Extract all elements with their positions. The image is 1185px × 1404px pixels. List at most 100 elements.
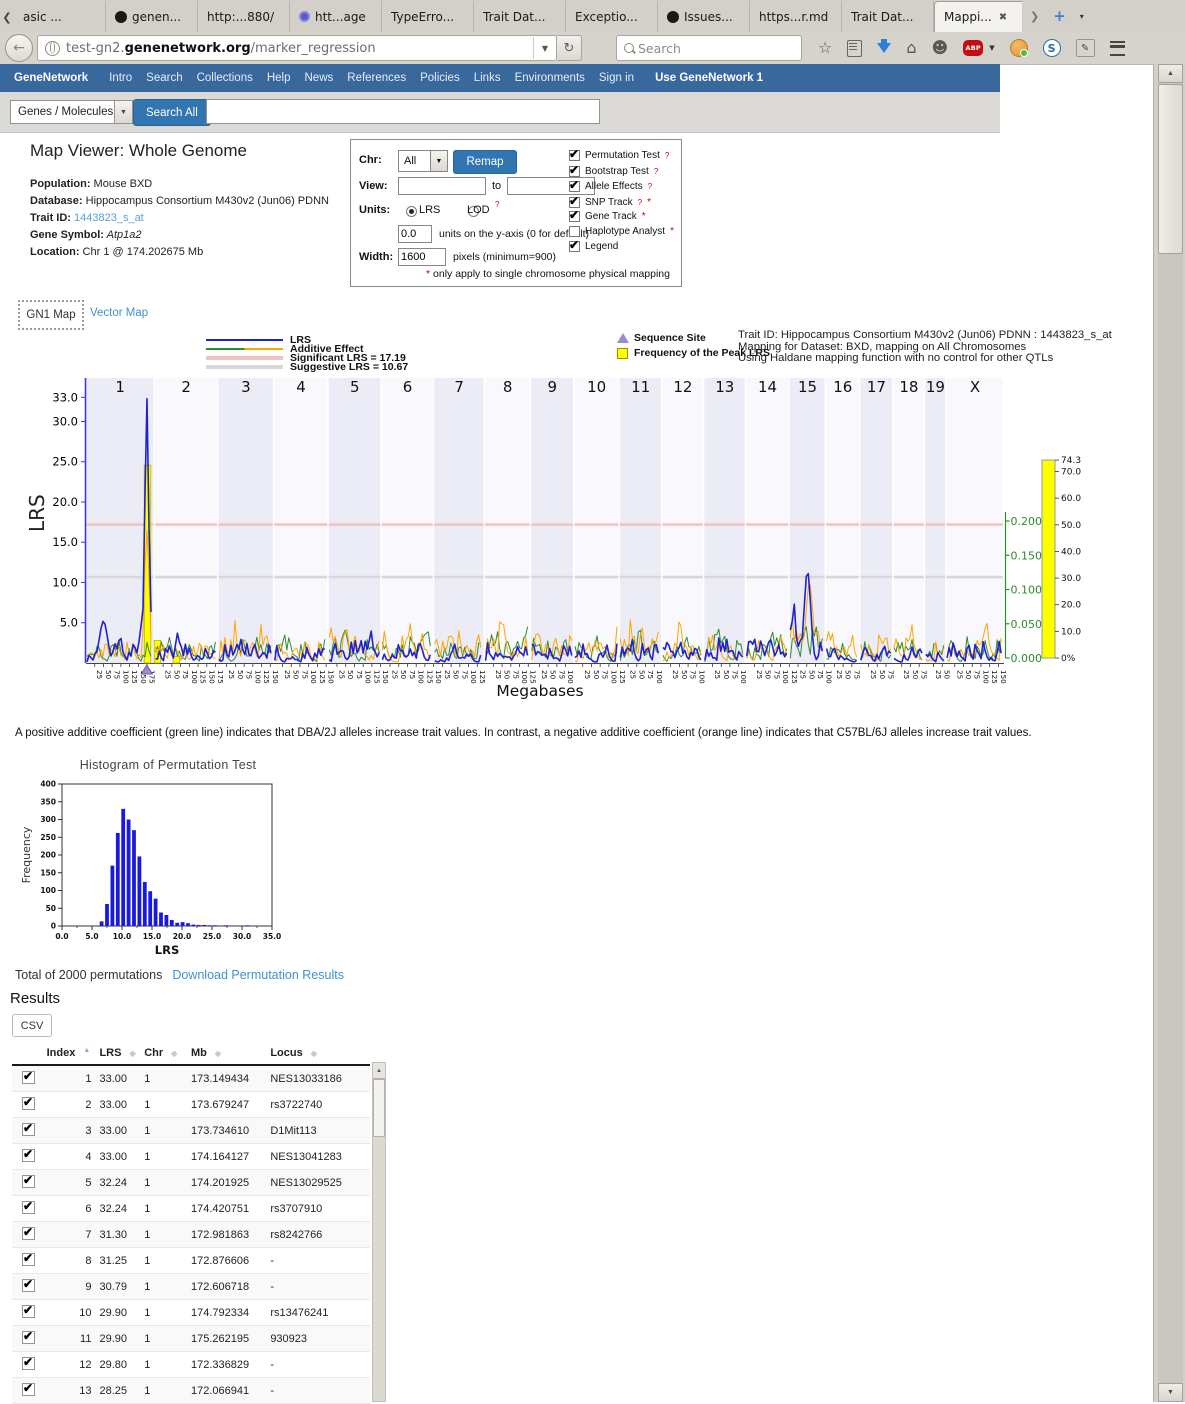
tab-scroll-right-icon[interactable]: ❯ bbox=[1030, 10, 1039, 23]
category-select-arrow-icon[interactable]: ▼ bbox=[114, 100, 133, 124]
row-checkbox-checked[interactable] bbox=[22, 1305, 35, 1318]
chr-select-arrow-icon[interactable]: ▼ bbox=[430, 150, 448, 172]
row-checkbox-checked[interactable] bbox=[22, 1357, 35, 1370]
gn-nav-environments[interactable]: Environments bbox=[508, 72, 592, 84]
gn-nav-references[interactable]: References bbox=[340, 72, 413, 84]
table-scrollbar-thumb[interactable] bbox=[373, 1079, 385, 1137]
gn-nav-sign-in[interactable]: Sign in bbox=[592, 72, 641, 84]
checkbox-checked-icon[interactable] bbox=[569, 241, 580, 252]
browser-tab[interactable]: Exceptio... bbox=[566, 1, 658, 32]
mapping-info-text: Trait ID: Hippocampus Consortium M430v2 … bbox=[738, 330, 1112, 365]
browser-tab[interactable]: Trait Dat... bbox=[474, 1, 566, 32]
edit-addon-icon[interactable]: ✎ bbox=[1076, 39, 1095, 57]
row-checkbox-checked[interactable] bbox=[22, 1279, 35, 1292]
page-scrollbar[interactable]: ▲ ▼ bbox=[1153, 64, 1185, 1402]
page-scrollbar-track[interactable] bbox=[1158, 64, 1183, 1402]
url-dropdown-icon[interactable]: ▼ bbox=[533, 37, 556, 59]
checkbox-icon[interactable] bbox=[569, 226, 580, 237]
category-select[interactable]: Genes / Molecules ▼ bbox=[10, 100, 133, 124]
use-gn1-link[interactable]: Use GeneNetwork 1 bbox=[655, 72, 763, 84]
table-scrollbar[interactable]: ▲ bbox=[372, 1062, 386, 1402]
remap-button[interactable]: Remap bbox=[453, 150, 517, 174]
reload-button[interactable]: ↻ bbox=[557, 35, 582, 61]
checkbox-checked-icon[interactable] bbox=[569, 181, 580, 192]
back-button[interactable]: ← bbox=[5, 34, 33, 62]
column-header-locus[interactable]: Locus◆ bbox=[270, 1042, 370, 1065]
gn-search-input[interactable] bbox=[206, 99, 600, 124]
addon-icon[interactable] bbox=[1010, 39, 1028, 57]
column-header-index[interactable]: Index▲ bbox=[47, 1042, 100, 1065]
chr-select[interactable]: All ▼ bbox=[398, 150, 448, 172]
tab-vector-map[interactable]: Vector Map bbox=[90, 307, 148, 319]
row-checkbox-checked[interactable] bbox=[22, 1383, 35, 1396]
table-scroll-up-icon[interactable]: ▲ bbox=[373, 1063, 385, 1079]
browser-tab[interactable]: https...r.md bbox=[750, 1, 842, 32]
help-icon[interactable]: ? bbox=[665, 151, 669, 160]
row-checkbox-checked[interactable] bbox=[22, 1331, 35, 1344]
gn-nav-collections[interactable]: Collections bbox=[190, 72, 260, 84]
yaxis-units-input[interactable] bbox=[398, 225, 432, 243]
scroll-up-icon[interactable]: ▲ bbox=[1158, 64, 1183, 83]
help-icon[interactable]: ? bbox=[638, 198, 642, 207]
browser-tab[interactable]: http:...880/ bbox=[198, 1, 290, 32]
menu-icon[interactable] bbox=[1110, 41, 1125, 56]
bookmark-star-icon[interactable]: ☆ bbox=[818, 40, 832, 56]
width-input[interactable] bbox=[398, 248, 446, 266]
gn-brand[interactable]: GeneNetwork bbox=[14, 72, 88, 84]
column-header-lrs[interactable]: LRS◆ bbox=[99, 1042, 144, 1065]
downloads-icon[interactable] bbox=[877, 43, 891, 53]
help-icon[interactable]: ? bbox=[654, 167, 658, 176]
trait-id-link[interactable]: 1443823_s_at bbox=[71, 212, 144, 224]
checkbox-checked-icon[interactable] bbox=[569, 166, 580, 177]
row-checkbox-checked[interactable] bbox=[22, 1071, 35, 1084]
address-bar[interactable]: test-gn2.genenetwork.org/marker_regressi… bbox=[37, 35, 557, 61]
gn-nav-policies[interactable]: Policies bbox=[413, 72, 467, 84]
row-checkbox-checked[interactable] bbox=[22, 1227, 35, 1240]
units-help-icon[interactable]: ? bbox=[495, 200, 499, 209]
svg-text:75: 75 bbox=[730, 670, 739, 679]
browser-tab[interactable]: htt...age bbox=[290, 1, 382, 32]
row-checkbox-checked[interactable] bbox=[22, 1201, 35, 1214]
page-scrollbar-thumb[interactable] bbox=[1158, 84, 1183, 254]
view-start-input[interactable] bbox=[398, 177, 486, 195]
units-lrs-radio[interactable] bbox=[406, 206, 417, 217]
gn-nav-search[interactable]: Search bbox=[139, 72, 189, 84]
tab-gn1-map[interactable]: GN1 Map bbox=[18, 300, 84, 330]
browser-tab[interactable]: Issues... bbox=[658, 1, 750, 32]
adblock-icon[interactable]: ABP bbox=[963, 40, 983, 56]
browser-tab[interactable]: Mappi...✖ bbox=[934, 1, 1022, 32]
messenger-icon[interactable]: ☻ bbox=[932, 40, 949, 56]
scroll-down-icon[interactable]: ▼ bbox=[1158, 1383, 1183, 1402]
csv-button[interactable]: CSV bbox=[12, 1014, 52, 1037]
column-header-chr[interactable]: Chr◆ bbox=[144, 1042, 191, 1065]
help-icon[interactable]: ? bbox=[648, 182, 652, 191]
home-icon[interactable]: ⌂ bbox=[906, 40, 916, 56]
browser-search-box[interactable]: Search bbox=[616, 35, 802, 61]
search-all-button[interactable]: Search All bbox=[133, 99, 211, 126]
row-checkbox-checked[interactable] bbox=[22, 1253, 35, 1266]
gn-nav-help[interactable]: Help bbox=[260, 72, 298, 84]
browser-tab[interactable]: Trait Dat... bbox=[842, 1, 934, 32]
checkbox-checked-icon[interactable] bbox=[569, 211, 580, 222]
browser-tab[interactable]: asic ... bbox=[14, 1, 106, 32]
download-permutation-link[interactable]: Download Permutation Results bbox=[172, 968, 344, 982]
checkbox-checked-icon[interactable] bbox=[569, 197, 580, 208]
new-tab-icon[interactable]: + bbox=[1053, 7, 1066, 25]
column-header-mb[interactable]: Mb◆ bbox=[191, 1042, 270, 1065]
row-checkbox-checked[interactable] bbox=[22, 1149, 35, 1162]
gn-nav-news[interactable]: News bbox=[298, 72, 341, 84]
tab-scroll-left-icon[interactable]: ❮ bbox=[0, 2, 14, 32]
row-checkbox-checked[interactable] bbox=[22, 1123, 35, 1136]
tab-list-dropdown-icon[interactable]: ▾ bbox=[1080, 12, 1084, 21]
bookmarks-menu-icon[interactable] bbox=[847, 40, 862, 57]
skype-addon-icon[interactable]: S bbox=[1043, 39, 1061, 57]
tab-close-icon[interactable]: ✖ bbox=[999, 12, 1007, 23]
adblock-dropdown-icon[interactable]: ▼ bbox=[989, 44, 994, 52]
browser-tab[interactable]: genen... bbox=[106, 1, 198, 32]
gn-nav-links[interactable]: Links bbox=[467, 72, 508, 84]
browser-tab[interactable]: TypeErro... bbox=[382, 1, 474, 32]
row-checkbox-checked[interactable] bbox=[22, 1097, 35, 1110]
checkbox-checked-icon[interactable] bbox=[569, 150, 580, 161]
gn-nav-intro[interactable]: Intro bbox=[102, 72, 139, 84]
row-checkbox-checked[interactable] bbox=[22, 1175, 35, 1188]
